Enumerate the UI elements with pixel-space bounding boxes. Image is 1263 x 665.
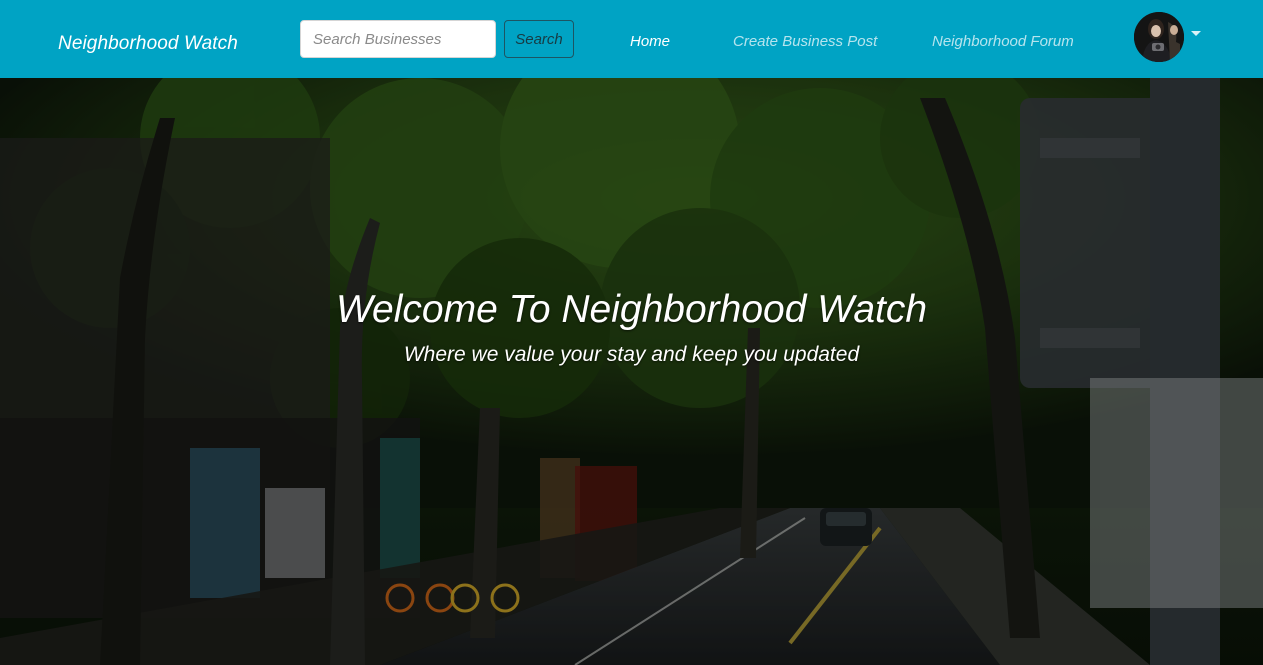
brand-link[interactable]: Neighborhood Watch <box>58 33 238 55</box>
top-navbar: Neighborhood Watch Search Home Create Bu… <box>0 0 1263 78</box>
hero-subtitle: Where we value your stay and keep you up… <box>403 343 860 366</box>
user-avatar-photo-icon <box>1134 12 1184 62</box>
nav-link-home[interactable]: Home <box>630 33 670 50</box>
search-button[interactable]: Search <box>504 20 574 58</box>
street-background-image <box>0 78 1263 665</box>
nav-link-create-business-post[interactable]: Create Business Post <box>733 33 877 50</box>
nav-link-neighborhood-forum[interactable]: Neighborhood Forum <box>932 33 1074 50</box>
search-input[interactable] <box>300 20 496 58</box>
hero-title: Welcome To Neighborhood Watch <box>335 288 928 331</box>
user-avatar[interactable] <box>1134 12 1184 62</box>
caret-down-icon[interactable] <box>1191 31 1201 36</box>
hero-section: Welcome To Neighborhood Watch Where we v… <box>0 78 1263 665</box>
